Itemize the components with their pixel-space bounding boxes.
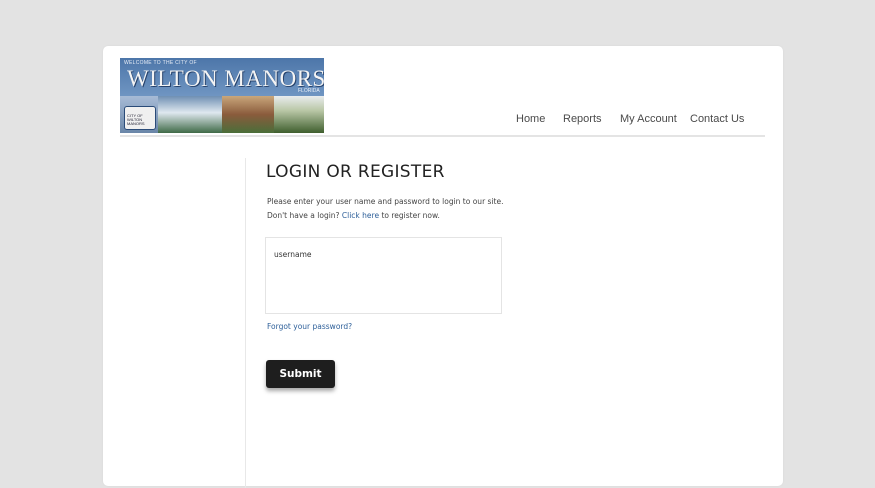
logo-photo-palms (274, 96, 324, 133)
logo-photo-strip: CITY OF WILTON MANORS (120, 96, 324, 133)
nav-item-home[interactable]: Home (516, 113, 545, 125)
content-divider (245, 158, 246, 488)
logo-title-band: WELCOME TO THE CITY OF WILTON MANORS FLO… (120, 58, 324, 96)
credentials-box (265, 237, 502, 314)
forgot-password-link[interactable]: Forgot your password? (267, 322, 352, 331)
username-input[interactable] (274, 247, 494, 261)
logo-photo-building (158, 96, 222, 133)
nav-item-my-account[interactable]: My Account (620, 113, 677, 125)
logo-photo-street (222, 96, 274, 133)
seal-text: CITY OF WILTON MANORS (127, 113, 145, 126)
logo-city-name: WILTON MANORS (127, 66, 324, 91)
nav-item-reports[interactable]: Reports (563, 113, 602, 125)
submit-button[interactable]: Submit (266, 360, 335, 388)
register-link[interactable]: Click here (342, 211, 379, 220)
city-seal-icon: CITY OF WILTON MANORS (124, 106, 156, 130)
header-divider (120, 135, 765, 137)
city-logo-banner[interactable]: WELCOME TO THE CITY OF WILTON MANORS FLO… (120, 58, 324, 133)
register-prompt: Don't have a login? Click here to regist… (267, 211, 440, 220)
main-card: WELCOME TO THE CITY OF WILTON MANORS FLO… (103, 46, 783, 488)
register-prompt-prefix: Don't have a login? (267, 211, 342, 220)
login-instructions: Please enter your user name and password… (267, 197, 504, 206)
logo-state-text: FLORIDA (298, 88, 320, 94)
register-prompt-suffix: to register now. (379, 211, 440, 220)
nav-item-contact-us[interactable]: Contact Us (690, 113, 744, 125)
logo-seal-photo: CITY OF WILTON MANORS (120, 96, 158, 133)
page-title: LOGIN OR REGISTER (266, 162, 445, 182)
